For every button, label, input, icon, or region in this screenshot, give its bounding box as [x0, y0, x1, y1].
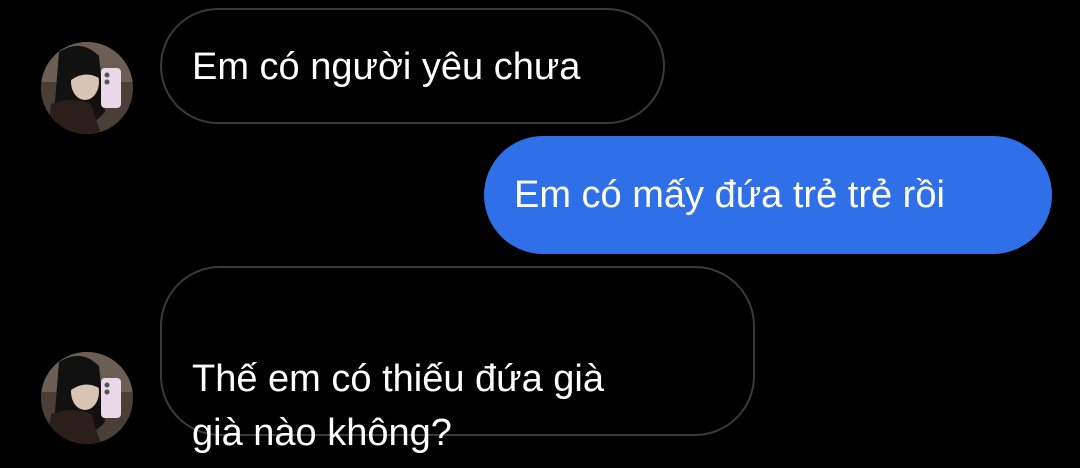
- message-thread: Em có người yêu chưa Em có mấy đứa trẻ t…: [0, 0, 1080, 468]
- incoming-message-bubble[interactable]: Em có người yêu chưa: [160, 8, 665, 124]
- message-text: Em có người yêu chưa: [192, 46, 581, 88]
- message-text: Thế em có thiếu đứa già già nào không?: [192, 358, 605, 454]
- contact-avatar[interactable]: [41, 42, 133, 134]
- incoming-message-bubble[interactable]: Thế em có thiếu đứa già già nào không?: [160, 266, 755, 454]
- message-text: Em có mấy đứa trẻ trẻ rồi: [514, 174, 945, 216]
- contact-avatar[interactable]: [41, 352, 133, 444]
- outgoing-message-bubble[interactable]: Em có mấy đứa trẻ trẻ rồi: [484, 136, 1052, 254]
- contact-avatar-image: [41, 352, 133, 444]
- contact-avatar-image: [41, 42, 133, 134]
